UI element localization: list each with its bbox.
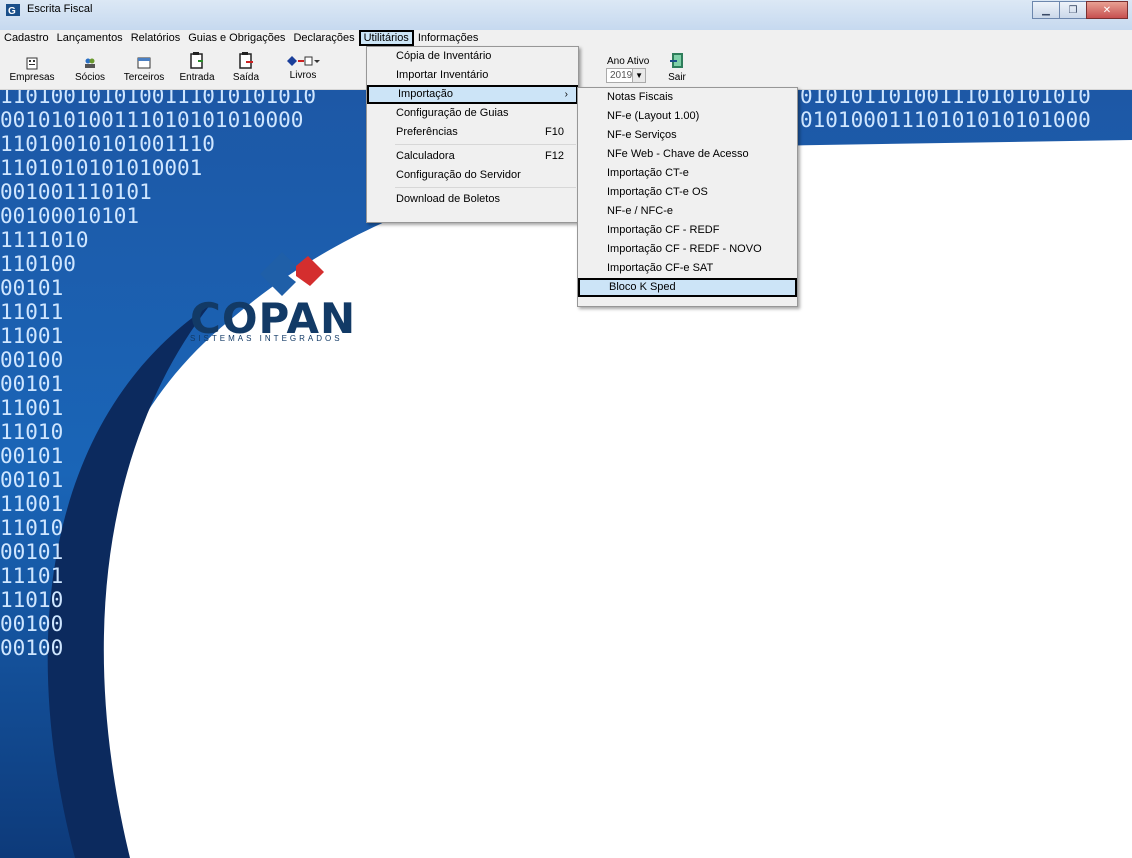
building-icon — [26, 57, 38, 70]
document-out-icon — [239, 52, 253, 69]
menu-separator — [395, 144, 576, 145]
submenu-item-nfe-nfce[interactable]: NF-e / NFC-e — [578, 202, 797, 221]
empresas-button[interactable]: Empresas — [8, 56, 56, 83]
menu-lancamentos[interactable]: Lançamentos — [53, 30, 127, 46]
menu-guias-obrigacoes[interactable]: Guias e Obrigações — [184, 30, 289, 46]
menu-item-download-boletos[interactable]: Download de Boletos — [367, 190, 578, 209]
ano-ativo-select[interactable]: 2019 ▼ — [606, 68, 646, 83]
title-bar: G Escrita Fiscal ▁ ❐ ✕ — [0, 0, 1132, 30]
submenu-item-nfe-layout[interactable]: NF-e (Layout 1.00) — [578, 107, 797, 126]
submenu-item-cf-redf[interactable]: Importação CF - REDF — [578, 221, 797, 240]
submenu-item-nfe-servicos[interactable]: NF-e Serviços — [578, 126, 797, 145]
copan-logo: COPAN SISTEMAS INTEGRADOS — [190, 248, 405, 348]
menu-relatorios[interactable]: Relatórios — [127, 30, 185, 46]
close-icon[interactable]: ✕ — [1086, 1, 1128, 19]
menu-item-configuracao-servidor[interactable]: Configuração do Servidor — [367, 166, 578, 185]
users-icon — [85, 58, 95, 68]
saida-button[interactable]: Saída — [228, 52, 264, 83]
livros-button[interactable]: Livros — [280, 54, 326, 81]
chevron-right-icon: › — [564, 89, 568, 100]
submenu-item-nfe-web[interactable]: NFe Web - Chave de Acesso — [578, 145, 797, 164]
window-icon — [137, 57, 151, 69]
menu-item-configuracao-guias[interactable]: Configuração de Guias — [367, 104, 578, 123]
submenu-item-bloco-k-sped[interactable]: Bloco K Sped — [578, 278, 797, 297]
terceiros-button[interactable]: Terceiros — [120, 56, 168, 83]
logo-tagline: SISTEMAS INTEGRADOS — [190, 334, 343, 343]
submenu-item-cfe-sat[interactable]: Importação CF-e SAT — [578, 259, 797, 278]
window-controls: ▁ ❐ ✕ — [1032, 1, 1128, 19]
menu-item-copia-inventario[interactable]: Cópia de Inventário — [367, 47, 578, 66]
menu-separator — [395, 187, 576, 188]
menu-item-importacao[interactable]: Importação › — [367, 85, 578, 104]
submenu-item-cf-redf-novo[interactable]: Importação CF - REDF - NOVO — [578, 240, 797, 259]
app-icon: G — [6, 4, 20, 16]
binary-pattern: 1101001010100111010101010 00101010011101… — [0, 90, 317, 660]
window-title: Escrita Fiscal — [27, 3, 93, 15]
svg-text:G: G — [8, 6, 16, 16]
menu-bar: Cadastro Lançamentos Relatórios Guias e … — [0, 30, 1132, 46]
exit-door-icon — [670, 53, 683, 68]
submenu-item-notas-fiscais[interactable]: Notas Fiscais — [578, 88, 797, 107]
menu-utilitarios[interactable]: Utilitários — [358, 30, 414, 46]
restore-icon[interactable]: ❐ — [1059, 1, 1087, 19]
importacao-submenu: Notas Fiscais NF-e (Layout 1.00) NF-e Se… — [577, 87, 798, 307]
menu-cadastro[interactable]: Cadastro — [0, 30, 53, 46]
copan-logo-mark — [260, 252, 324, 296]
document-in-icon — [190, 52, 203, 69]
chevron-down-icon[interactable]: ▼ — [632, 69, 645, 82]
socios-button[interactable]: Sócios — [72, 56, 108, 83]
submenu-item-cte[interactable]: Importação CT-e — [578, 164, 797, 183]
menu-item-preferencias[interactable]: Preferências F10 — [367, 123, 578, 142]
binary-pattern-right: 01010110100111010101010 0101000111010101… — [800, 90, 1091, 132]
menu-informacoes[interactable]: Informações — [414, 30, 483, 46]
submenu-item-cte-os[interactable]: Importação CT-e OS — [578, 183, 797, 202]
menu-declaracoes[interactable]: Declarações — [289, 30, 358, 46]
menu-item-importar-inventario[interactable]: Importar Inventário — [367, 66, 578, 85]
ano-ativo-label: Ano Ativo — [607, 56, 650, 67]
menu-item-calculadora[interactable]: Calculadora F12 — [367, 147, 578, 166]
sair-button[interactable]: Sair — [662, 52, 692, 83]
minimize-icon[interactable]: ▁ — [1032, 1, 1060, 19]
entrada-button[interactable]: Entrada — [176, 52, 218, 83]
utilitarios-menu: Cópia de Inventário Importar Inventário … — [366, 46, 579, 223]
books-dropdown-icon — [287, 56, 320, 66]
